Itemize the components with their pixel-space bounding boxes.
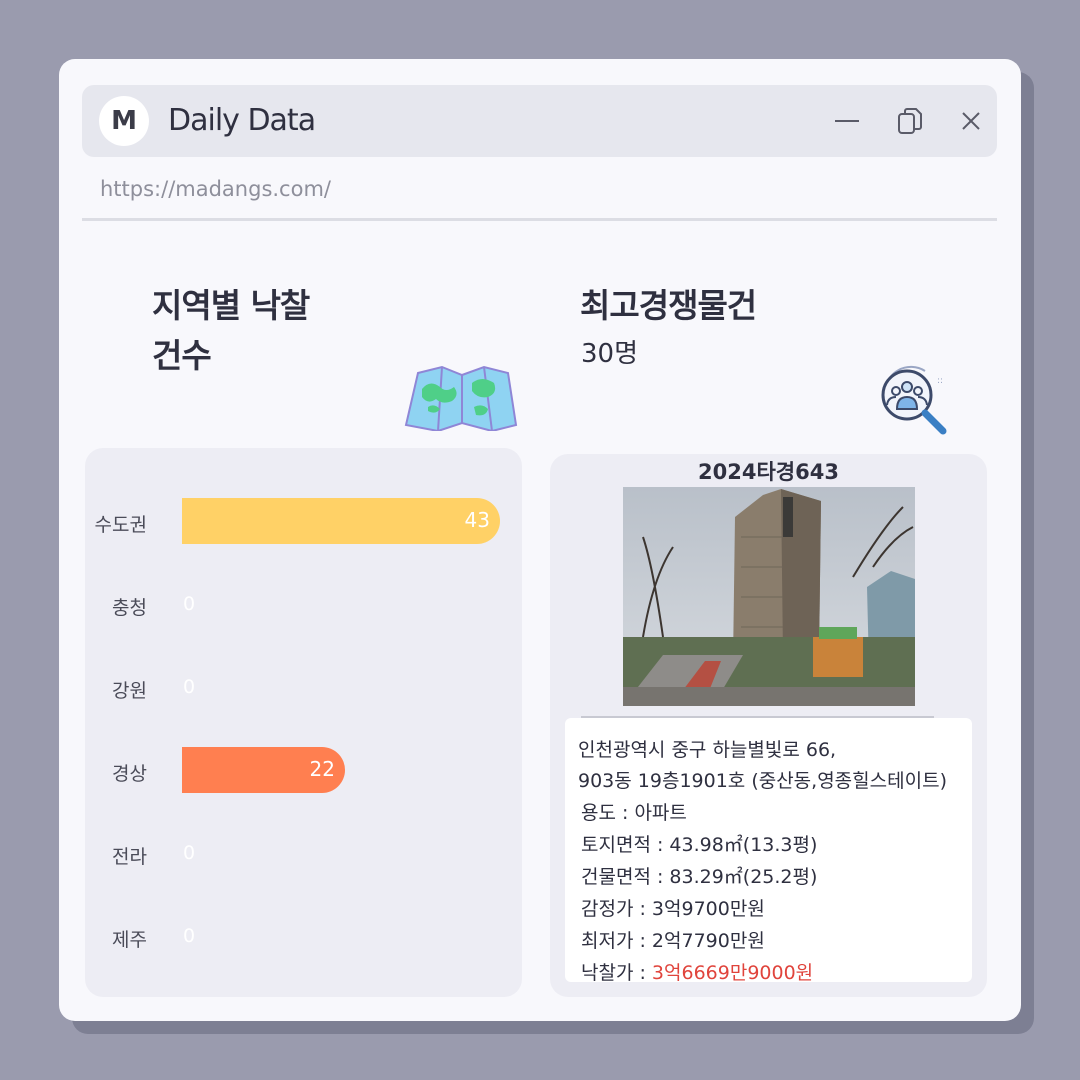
land-area-text: 토지면적 : 43.98㎡(13.3평): [581, 834, 818, 856]
regional-count-title-line1: 지역별 낙찰: [152, 286, 310, 325]
bar: 43: [182, 498, 500, 544]
usage-text: 용도 : 아파트: [581, 802, 687, 824]
bar: 22: [182, 747, 345, 793]
bar-label: 충청: [112, 597, 147, 619]
url-text[interactable]: https://madangs.com/: [100, 177, 331, 201]
bar-value: 43: [464, 508, 490, 532]
svg-text:::: ::: [937, 376, 943, 386]
bar-label: 제주: [112, 929, 147, 951]
address-line2: 903동 19층1901호 (중산동,영종힐스테이트): [578, 770, 947, 792]
map-icon: [404, 365, 518, 431]
close-icon[interactable]: [955, 105, 987, 137]
top-competition-count: 30명: [581, 339, 639, 369]
avatar: M: [99, 96, 149, 146]
bar-value: 22: [309, 757, 335, 781]
winning-bid-text: 낙찰가 : 3억6669만9000원: [581, 958, 813, 985]
bar-label: 강원: [112, 680, 147, 702]
bar-value: 0: [183, 593, 196, 615]
copy-icon[interactable]: [894, 105, 926, 137]
bar-label: 수도권: [94, 514, 147, 536]
regional-chart-panel: 수도권 43 충청 0 강원 0 경상 22 전라 0 제주 0: [85, 448, 522, 997]
regional-count-title: 지역별 낙찰 건수: [152, 281, 310, 381]
building-area-text: 건물면적 : 83.29㎡(25.2평): [581, 866, 818, 888]
case-card: 2024타경643 인천광역시 중구 하늘별빛로 66, 903동 19층190…: [550, 454, 987, 997]
address-line1: 인천광역시 중구 하늘별빛로 66,: [578, 739, 837, 761]
winning-bid-label: 낙찰가 :: [581, 962, 652, 984]
bar-value: 0: [183, 925, 196, 947]
case-details: 인천광역시 중구 하늘별빛로 66, 903동 19층1901호 (중산동,영종…: [565, 718, 972, 985]
divider: [82, 218, 997, 221]
top-competition-title: 최고경쟁물건: [580, 286, 757, 325]
winning-bid-value: 3억6669만9000원: [651, 962, 814, 984]
minimum-price-text: 최저가 : 2억7790만원: [581, 930, 765, 952]
bar-value: 0: [183, 842, 196, 864]
app-title: Daily Data: [168, 103, 316, 138]
title-bar: M Daily Data: [82, 85, 997, 157]
minimize-icon[interactable]: [831, 105, 863, 137]
case-number: 2024타경643: [698, 460, 839, 484]
bar-label: 경상: [112, 763, 147, 785]
regional-count-title-line2: 건수: [152, 336, 212, 375]
app-window: M Daily Data https://madangs.com/ 지역별 낙찰…: [59, 59, 1021, 1021]
property-photo: [623, 487, 915, 706]
bar-label: 전라: [112, 846, 147, 868]
bar-value: 0: [183, 676, 196, 698]
people-search-icon: ::: [881, 365, 947, 435]
appraisal-price-text: 감정가 : 3억9700만원: [581, 898, 765, 920]
